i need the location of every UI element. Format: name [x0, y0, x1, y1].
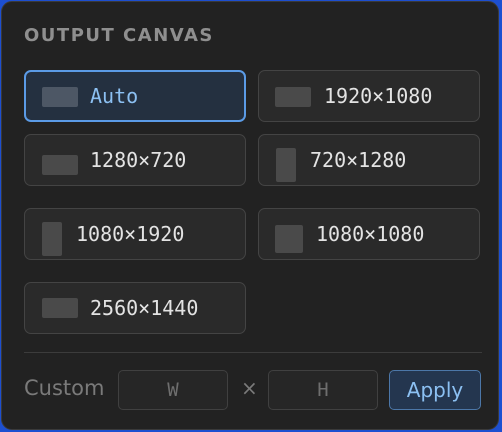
option-label: 1080×1080 — [316, 222, 425, 246]
square-thumbnail-icon — [275, 225, 303, 253]
custom-width-input[interactable] — [118, 370, 228, 410]
apply-button[interactable]: Apply — [389, 370, 481, 410]
dimension-separator: × — [241, 376, 258, 400]
option-label: 720×1280 — [310, 148, 407, 172]
custom-label: Custom — [24, 376, 105, 400]
portrait-thumbnail-icon — [276, 148, 296, 182]
option-label: 1080×1920 — [76, 222, 185, 246]
landscape-thumbnail-icon — [275, 87, 311, 107]
option-720x1280[interactable]: 720×1280 — [258, 134, 480, 186]
option-1080x1080[interactable]: 1080×1080 — [258, 208, 480, 260]
landscape-thumbnail-icon — [42, 155, 78, 175]
option-label: 1280×720 — [90, 148, 187, 172]
option-label: Auto — [90, 84, 139, 108]
option-1080x1920[interactable]: 1080×1920 — [24, 208, 246, 260]
option-label: 2560×1440 — [90, 296, 199, 320]
option-1280x720[interactable]: 1280×720 — [24, 134, 246, 186]
output-canvas-panel: OUTPUT CANVAS Auto 1920×1080 1280×720 72… — [1, 1, 499, 430]
option-auto[interactable]: Auto — [24, 70, 246, 122]
panel-heading: OUTPUT CANVAS — [24, 25, 214, 46]
custom-height-input[interactable] — [268, 370, 378, 410]
landscape-thumbnail-icon — [42, 298, 78, 318]
landscape-thumbnail-icon — [42, 87, 78, 107]
option-1920x1080[interactable]: 1920×1080 — [258, 70, 480, 122]
option-2560x1440[interactable]: 2560×1440 — [24, 282, 246, 334]
option-label: 1920×1080 — [324, 84, 433, 108]
portrait-thumbnail-icon — [42, 222, 62, 256]
divider — [24, 352, 482, 353]
